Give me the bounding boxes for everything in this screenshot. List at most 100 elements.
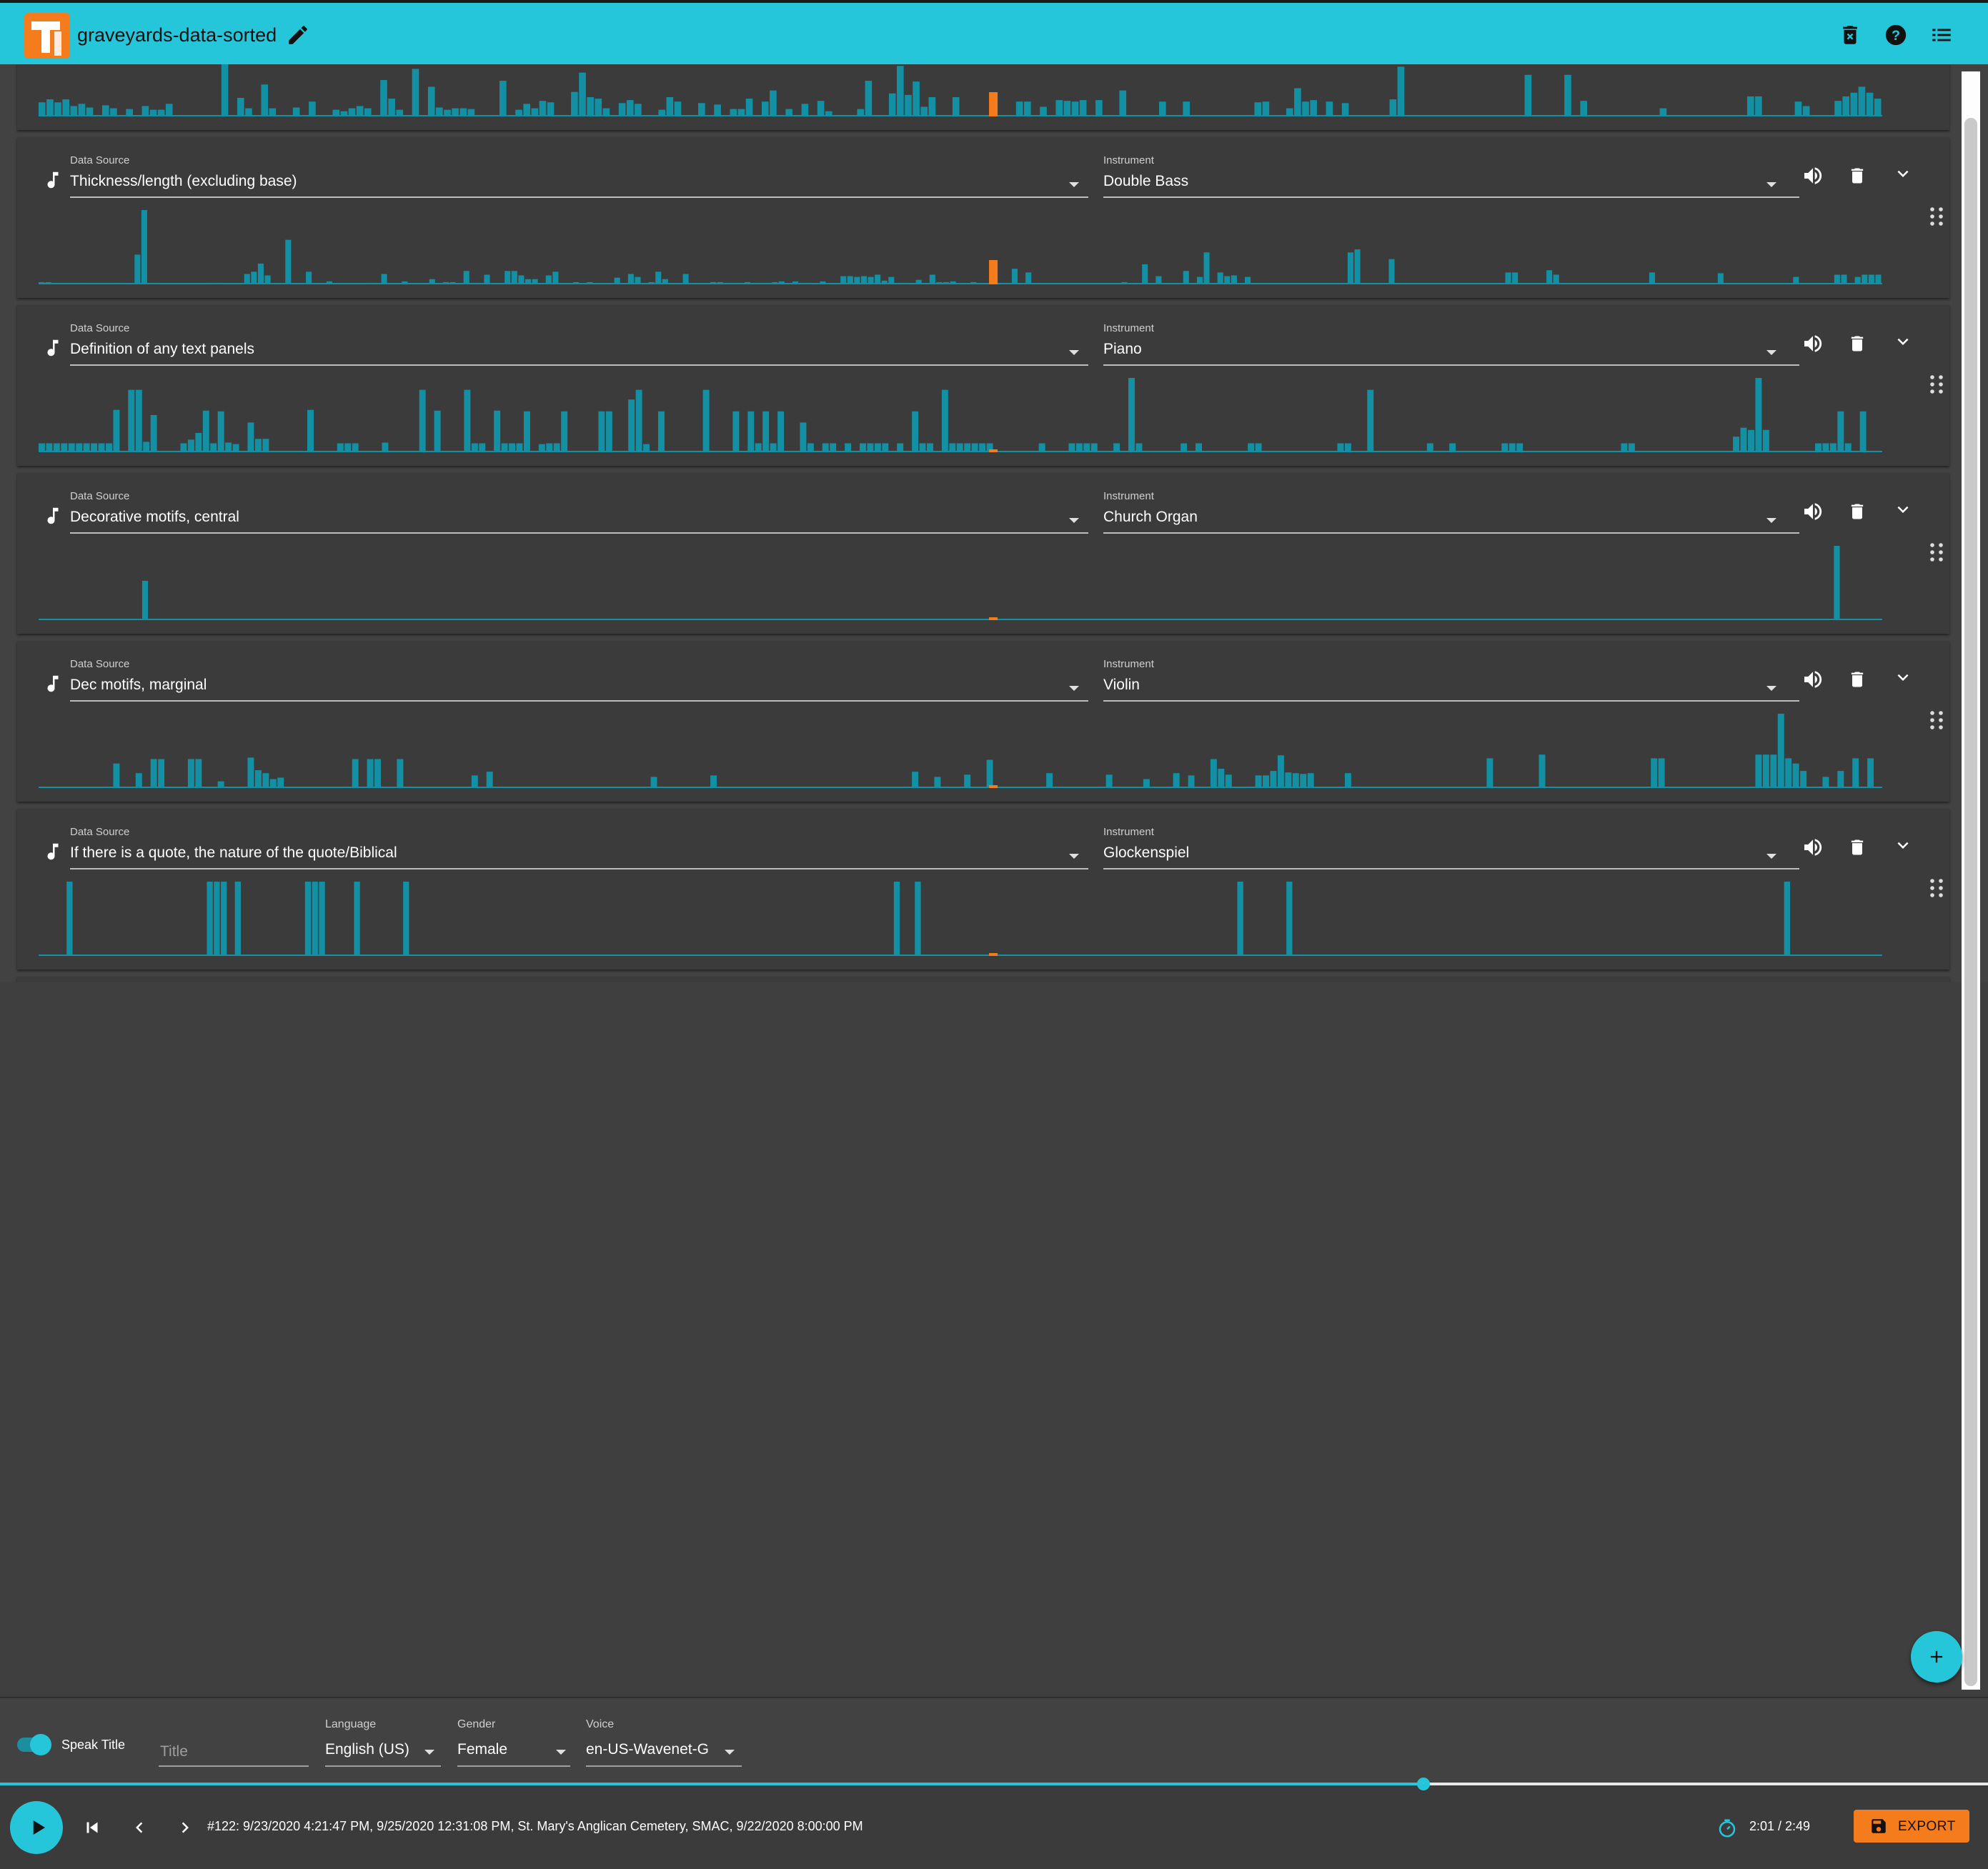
pencil-icon[interactable] xyxy=(286,23,310,47)
save-icon xyxy=(1872,1819,1886,1833)
data-bar xyxy=(471,775,478,788)
data-source-dropdown-icon[interactable] xyxy=(1069,182,1079,187)
data-bar xyxy=(39,102,46,116)
delete-track-icon[interactable] xyxy=(1847,668,1867,691)
data-source-select[interactable]: Dec motifs, marginal xyxy=(70,677,207,694)
data-bar xyxy=(747,411,755,452)
language-select[interactable]: English (US) xyxy=(325,1741,409,1758)
chevron-down-icon[interactable] xyxy=(1892,499,1914,520)
language-dropdown-icon[interactable] xyxy=(424,1750,434,1755)
data-bar xyxy=(840,276,847,284)
add-track-button[interactable] xyxy=(1911,1631,1962,1683)
track-data-plot[interactable] xyxy=(39,375,1882,452)
data-bar xyxy=(949,443,956,452)
instrument-select[interactable]: Piano xyxy=(1103,341,1142,358)
data-bar xyxy=(86,107,94,116)
instrument-dropdown-icon[interactable] xyxy=(1766,350,1776,355)
data-bar xyxy=(403,882,409,956)
timer-icon[interactable] xyxy=(1716,1818,1738,1839)
data-source-select[interactable]: Definition of any text panels xyxy=(70,341,254,358)
data-bar xyxy=(518,275,525,284)
data-bar xyxy=(579,72,586,116)
drag-handle-icon[interactable] xyxy=(1929,542,1944,562)
track-data-plot[interactable] xyxy=(39,207,1882,284)
instrument-select[interactable]: Church Organ xyxy=(1103,509,1198,526)
delete-track-icon[interactable] xyxy=(1847,332,1867,355)
drag-handle-icon[interactable] xyxy=(1929,878,1944,898)
data-bar xyxy=(717,281,723,284)
volume-icon[interactable] xyxy=(1801,500,1824,523)
data-bar xyxy=(442,281,449,284)
data-source-select[interactable]: If there is a quote, the nature of the q… xyxy=(70,844,397,862)
playback-progress-handle[interactable] xyxy=(1416,1778,1430,1790)
data-source-dropdown-icon[interactable] xyxy=(1069,350,1079,355)
playback-time: 2:01 / 2:49 xyxy=(1749,1819,1811,1833)
track-data-plot[interactable] xyxy=(39,543,1882,620)
instrument-select[interactable]: Glockenspiel xyxy=(1103,844,1189,862)
voice-label: Voice xyxy=(586,1718,615,1730)
volume-icon[interactable] xyxy=(1801,836,1824,859)
next-icon[interactable] xyxy=(174,1817,196,1838)
title-input[interactable]: Title xyxy=(160,1743,188,1760)
instrument-select[interactable]: Double Bass xyxy=(1103,173,1188,190)
instrument-dropdown-icon[interactable] xyxy=(1766,686,1776,691)
data-bar xyxy=(928,96,936,116)
data-bar xyxy=(552,271,559,284)
data-source-dropdown-icon[interactable] xyxy=(1069,686,1079,691)
gender-dropdown-icon[interactable] xyxy=(556,1750,566,1755)
track-data-plot[interactable] xyxy=(39,879,1882,956)
list-menu-icon[interactable] xyxy=(1929,23,1954,47)
data-bar xyxy=(1055,100,1063,116)
track-data-plot[interactable] xyxy=(39,64,1882,116)
delete-track-icon[interactable] xyxy=(1847,500,1867,523)
instrument-dropdown-icon[interactable] xyxy=(1766,854,1776,859)
instrument-dropdown-icon[interactable] xyxy=(1766,518,1776,523)
voice-dropdown-icon[interactable] xyxy=(725,1750,735,1755)
chevron-down-icon[interactable] xyxy=(1892,331,1914,352)
data-source-select[interactable]: Thickness/length (excluding base) xyxy=(70,173,297,190)
track-data-plot[interactable] xyxy=(39,711,1882,788)
data-bar xyxy=(655,271,662,284)
chevron-down-icon[interactable] xyxy=(1892,667,1914,688)
instrument-dropdown-icon[interactable] xyxy=(1766,182,1776,187)
data-bar xyxy=(234,882,241,956)
data-bar xyxy=(1837,411,1844,452)
volume-icon[interactable] xyxy=(1801,164,1824,187)
data-source-select[interactable]: Decorative motifs, central xyxy=(70,509,239,526)
track-card: Data Source If there is a quote, the nat… xyxy=(17,809,1949,970)
data-bar xyxy=(1822,443,1829,452)
volume-icon[interactable] xyxy=(1801,332,1824,355)
data-bar xyxy=(202,410,209,452)
data-bar xyxy=(1658,758,1665,788)
data-bar xyxy=(1224,276,1231,284)
chevron-down-icon[interactable] xyxy=(1892,163,1914,184)
volume-icon[interactable] xyxy=(1801,668,1824,691)
delete-track-icon[interactable] xyxy=(1847,836,1867,859)
data-bar xyxy=(1079,100,1087,116)
data-bar xyxy=(1155,276,1162,284)
voice-select[interactable]: en-US-Wavenet-G xyxy=(586,1741,709,1758)
export-button[interactable]: EXPORT xyxy=(1854,1810,1969,1843)
help-icon[interactable]: ? xyxy=(1884,23,1908,47)
drag-handle-icon[interactable] xyxy=(1929,710,1944,730)
instrument-select[interactable]: Violin xyxy=(1103,677,1140,694)
delete-track-icon[interactable] xyxy=(1847,164,1867,187)
drag-handle-icon[interactable] xyxy=(1929,374,1944,394)
data-bar xyxy=(1509,443,1516,452)
data-bar xyxy=(207,882,213,956)
data-bar xyxy=(1852,758,1859,788)
chevron-down-icon[interactable] xyxy=(1892,834,1914,856)
data-source-dropdown-icon[interactable] xyxy=(1069,518,1079,523)
delete-project-icon[interactable] xyxy=(1838,23,1862,47)
drag-handle-icon[interactable] xyxy=(1929,206,1944,226)
gender-select[interactable]: Female xyxy=(457,1741,507,1758)
skip-to-start-icon[interactable] xyxy=(81,1817,103,1838)
data-bar xyxy=(1292,773,1299,788)
data-source-dropdown-icon[interactable] xyxy=(1069,854,1079,859)
play-button[interactable] xyxy=(10,1801,63,1854)
speak-title-toggle-knob[interactable] xyxy=(30,1734,51,1755)
scrollbar-thumb[interactable] xyxy=(1964,118,1977,1686)
music-note-icon xyxy=(47,171,59,189)
data-bar xyxy=(1717,273,1724,284)
previous-icon[interactable] xyxy=(129,1817,150,1838)
